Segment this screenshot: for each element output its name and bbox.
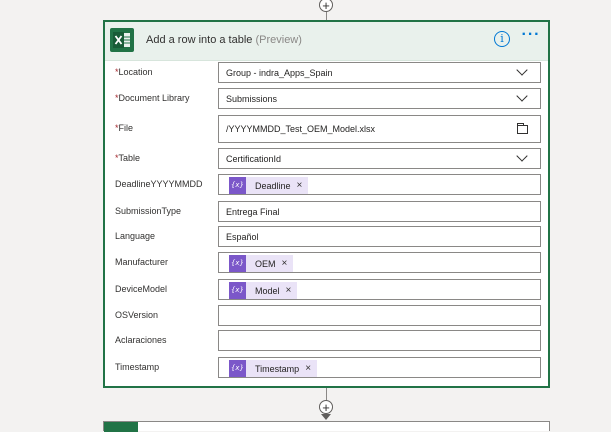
token-label: Model [255, 285, 280, 296]
location-dropdown[interactable]: Group - indra_Apps_Spain [218, 62, 541, 83]
token-label: Timestamp [255, 363, 300, 374]
chevron-down-icon [516, 64, 528, 76]
table-dropdown[interactable]: CertificationId [218, 148, 541, 169]
field-row-file: *File /YYYYMMDD_Test_OEM_Model.xlsx [105, 115, 548, 143]
field-label: *Document Library [115, 93, 190, 103]
field-row-device-model: DeviceModel {x} Model × [105, 279, 548, 301]
expression-icon: {x} [229, 360, 246, 377]
device-model-input[interactable]: {x} Model × [218, 279, 541, 300]
field-row-deadline: DeadlineYYYYMMDD {x} Deadline × [105, 174, 548, 196]
add-step-button[interactable]: + [319, 400, 333, 414]
field-value: CertificationId [226, 154, 282, 164]
dynamic-token[interactable]: {x} Timestamp × [229, 360, 318, 377]
preview-tag: (Preview) [255, 34, 302, 46]
language-input[interactable]: Español [218, 226, 541, 247]
field-value: /YYYYMMDD_Test_OEM_Model.xlsx [226, 124, 376, 134]
field-row-submission-type: SubmissionType Entrega Final [105, 201, 548, 223]
expression-icon: {x} [229, 255, 246, 272]
chevron-down-icon [516, 90, 528, 102]
deadline-input[interactable]: {x} Deadline × [218, 174, 541, 195]
manufacturer-input[interactable]: {x} OEM × [218, 252, 541, 273]
add-step-button-top[interactable]: + [319, 0, 333, 12]
field-row-document-library: *Document Library Submissions [105, 88, 548, 110]
field-row-os-version: OSVersion [105, 305, 548, 327]
field-label: DeadlineYYYYMMDD [115, 179, 203, 189]
field-label: *File [115, 123, 134, 133]
arrow-down-icon [321, 414, 331, 420]
expression-icon: {x} [229, 177, 246, 194]
action-card-header[interactable]: Add a row into a table (Preview) i ··· [105, 22, 548, 61]
remove-token-icon[interactable]: × [297, 180, 303, 191]
field-label: *Location [115, 67, 153, 77]
chevron-down-icon [516, 150, 528, 162]
field-value: Español [226, 232, 259, 242]
field-value: Entrega Final [226, 207, 280, 217]
action-title: Add a row into a table (Preview) [146, 34, 302, 46]
dynamic-token[interactable]: {x} Model × [229, 282, 298, 299]
field-value: Submissions [226, 94, 278, 104]
action-title-text: Add a row into a table [146, 34, 253, 46]
field-label: SubmissionType [115, 206, 182, 216]
field-row-aclaraciones: Aclaraciones [105, 330, 548, 352]
next-action-accent [104, 422, 138, 432]
token-label: Deadline [255, 180, 291, 191]
submission-type-input[interactable]: Entrega Final [218, 201, 541, 222]
dynamic-token[interactable]: {x} OEM × [229, 255, 294, 272]
timestamp-input[interactable]: {x} Timestamp × [218, 357, 541, 378]
field-row-language: Language Español [105, 226, 548, 248]
field-row-location: *Location Group - indra_Apps_Spain [105, 62, 548, 84]
more-options-icon[interactable]: ··· [521, 27, 541, 47]
field-row-table: *Table CertificationId [105, 148, 548, 170]
field-label: *Table [115, 153, 141, 163]
document-library-dropdown[interactable]: Submissions [218, 88, 541, 109]
remove-token-icon[interactable]: × [286, 285, 292, 296]
field-row-timestamp: Timestamp {x} Timestamp × [105, 357, 548, 379]
field-label: Aclaraciones [115, 335, 167, 345]
os-version-input[interactable] [218, 305, 541, 326]
field-label: OSVersion [115, 310, 159, 320]
field-row-manufacturer: Manufacturer {x} OEM × [105, 252, 548, 274]
excel-icon [110, 28, 134, 52]
field-label: Language [115, 231, 156, 241]
info-icon[interactable]: i [494, 31, 510, 47]
field-label: Timestamp [115, 362, 160, 372]
next-action-card[interactable] [103, 421, 550, 432]
field-label: DeviceModel [115, 284, 168, 294]
remove-token-icon[interactable]: × [305, 363, 311, 374]
file-input[interactable]: /YYYYMMDD_Test_OEM_Model.xlsx [218, 115, 541, 143]
aclaraciones-input[interactable] [218, 330, 541, 351]
token-label: OEM [255, 258, 276, 269]
field-value: Group - indra_Apps_Spain [226, 68, 333, 78]
remove-token-icon[interactable]: × [282, 258, 288, 269]
dynamic-token[interactable]: {x} Deadline × [229, 177, 309, 194]
folder-icon[interactable] [517, 123, 528, 134]
excel-add-row-action-card: Add a row into a table (Preview) i ··· *… [103, 20, 550, 388]
expression-icon: {x} [229, 282, 246, 299]
field-label: Manufacturer [115, 257, 169, 267]
